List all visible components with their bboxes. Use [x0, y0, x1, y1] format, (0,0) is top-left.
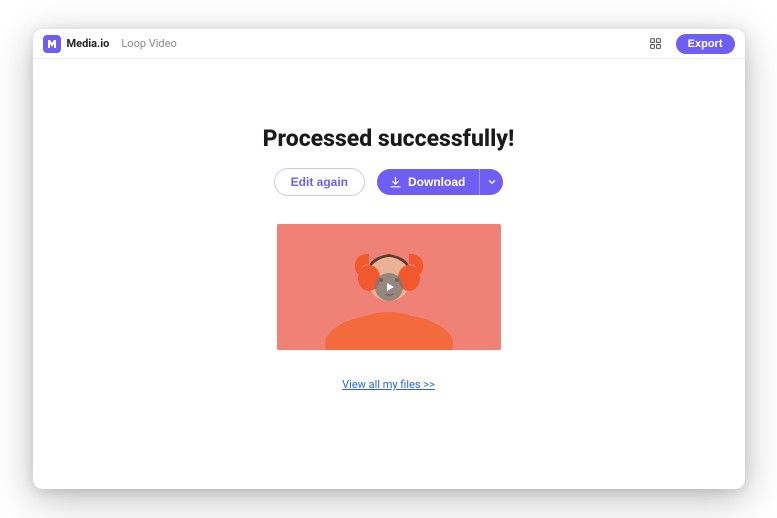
play-icon — [384, 281, 396, 293]
edit-again-button[interactable]: Edit again — [274, 168, 365, 196]
app-window: Media.io Loop Video Export Processed suc… — [33, 29, 745, 489]
play-button[interactable] — [375, 273, 403, 301]
download-icon — [389, 176, 402, 189]
apps-grid-icon[interactable] — [649, 37, 662, 50]
logo-icon — [46, 38, 58, 50]
view-files-link[interactable]: View all my files >> — [342, 378, 435, 391]
brand-logo — [43, 35, 61, 53]
export-button[interactable]: Export — [676, 34, 735, 54]
header: Media.io Loop Video Export — [33, 29, 745, 59]
download-button[interactable]: Download — [377, 169, 479, 195]
page-title: Processed successfully! — [263, 125, 515, 152]
video-preview[interactable] — [277, 224, 501, 350]
download-label: Download — [408, 175, 465, 189]
download-button-group: Download — [377, 169, 503, 195]
brand-name: Media.io — [67, 37, 110, 50]
chevron-down-icon — [487, 177, 497, 187]
download-options-button[interactable] — [479, 169, 503, 195]
tool-name: Loop Video — [121, 37, 176, 50]
main-content: Processed successfully! Edit again Downl… — [33, 59, 745, 489]
action-row: Edit again Download — [274, 168, 504, 196]
